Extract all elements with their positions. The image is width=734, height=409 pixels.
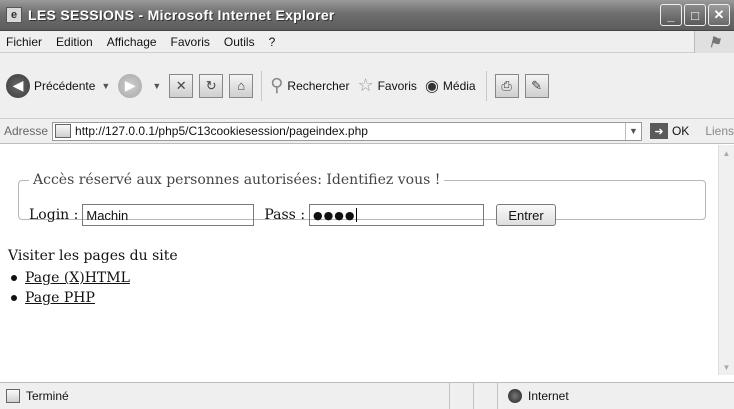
zone-text: Internet (528, 389, 569, 403)
windows-logo-icon: ⚑ (694, 31, 734, 53)
status-bar: Terminé Internet (0, 382, 734, 409)
media-icon: ◉ (424, 77, 439, 95)
login-input[interactable]: Machin (82, 204, 255, 226)
text-caret (356, 208, 358, 222)
toolbar: ◀ Précédente ▼ ▶ ▼ ✕ ↻ ⌂ ⚲ Rechercher ☆ … (0, 53, 734, 119)
link-php[interactable]: Page PHP (25, 290, 95, 306)
menu-bar: Fichier Edition Affichage Favoris Outils… (0, 31, 734, 53)
toolbar-separator (261, 70, 263, 101)
menu-favoris[interactable]: Favoris (171, 35, 210, 49)
window-controls: _ □ ✕ (660, 4, 730, 26)
favorites-label: Favoris (377, 78, 417, 93)
pass-label: Pass : (264, 207, 306, 223)
globe-icon (508, 389, 522, 403)
status-zone: Internet (498, 383, 688, 409)
back-label: Précédente (34, 78, 96, 93)
toolbar-separator (485, 70, 487, 101)
menu-edition[interactable]: Edition (56, 35, 93, 49)
submit-button[interactable]: Entrer (496, 204, 557, 226)
go-label: OK (671, 124, 690, 138)
status-left: Terminé (0, 383, 450, 409)
search-label: Rechercher (287, 78, 350, 93)
visit-text: Visiter les pages du site (8, 248, 178, 264)
close-button[interactable]: ✕ (708, 4, 730, 26)
search-icon: ⚲ (270, 75, 284, 95)
star-icon: ☆ (357, 75, 374, 95)
stop-icon[interactable]: ✕ (169, 73, 194, 98)
page-links-list: Page (X)HTML Page PHP (8, 270, 130, 310)
minimize-button[interactable]: _ (660, 4, 682, 26)
menu-outils[interactable]: Outils (224, 35, 255, 49)
window-title: LES SESSIONS - Microsoft Internet Explor… (28, 7, 335, 23)
media-label: Média (442, 78, 476, 93)
login-form-row: Login : Machin Pass : ●●●● Entrer (29, 204, 557, 226)
scroll-down-icon[interactable]: ▼ (721, 361, 732, 373)
back-button[interactable]: ◀ Précédente ▼ (6, 73, 110, 98)
favorites-button[interactable]: ☆ Favoris (357, 75, 416, 96)
refresh-icon[interactable]: ↻ (199, 73, 224, 98)
address-url: http://127.0.0.1/php5/C13cookiesession/p… (75, 124, 368, 138)
back-dropdown-icon[interactable]: ▼ (101, 81, 110, 91)
back-arrow-icon: ◀ (6, 73, 30, 98)
bullet (11, 275, 17, 281)
login-label: Login : (29, 207, 79, 223)
page-icon (55, 124, 72, 138)
media-button[interactable]: ◉ Média (425, 76, 476, 96)
scroll-up-icon[interactable]: ▲ (721, 147, 732, 159)
print-icon[interactable]: ⎙ (494, 73, 519, 98)
address-bar: Adresse http://127.0.0.1/php5/C13cookies… (0, 119, 734, 144)
address-input[interactable]: http://127.0.0.1/php5/C13cookiesession/p… (52, 121, 642, 141)
search-button[interactable]: ⚲ Rechercher (270, 75, 349, 96)
bullet (11, 295, 17, 301)
page-content: Accès réservé aux personnes autorisées: … (0, 145, 718, 375)
edit-icon[interactable]: ✎ (524, 73, 549, 98)
address-label: Adresse (4, 124, 49, 138)
address-dropdown-icon[interactable]: ▼ (624, 122, 641, 140)
links-label[interactable]: Liens (705, 124, 734, 138)
link-xhtml[interactable]: Page (X)HTML (25, 270, 130, 286)
status-cell (474, 383, 498, 409)
list-item: Page PHP (8, 290, 130, 306)
status-page-icon (6, 389, 20, 403)
menu-affichage[interactable]: Affichage (107, 35, 157, 49)
list-item: Page (X)HTML (8, 270, 130, 286)
home-icon[interactable]: ⌂ (229, 73, 254, 98)
pass-value: ●●●● (313, 208, 356, 222)
go-button[interactable]: ➜ OK (649, 123, 690, 139)
title-bar: e LES SESSIONS - Microsoft Internet Expl… (0, 0, 734, 31)
login-legend: Accès réservé aux personnes autorisées: … (33, 172, 441, 188)
status-cell (450, 383, 474, 409)
menu-fichier[interactable]: Fichier (6, 35, 42, 49)
ie-app-icon: e (6, 7, 22, 23)
menu-help[interactable]: ? (269, 35, 276, 49)
maximize-button[interactable]: □ (684, 4, 706, 26)
go-arrow-icon: ➜ (649, 123, 668, 139)
forward-dropdown-icon[interactable]: ▼ (152, 81, 161, 91)
vertical-scrollbar[interactable]: ▲ ▼ (718, 145, 734, 375)
status-text: Terminé (26, 389, 69, 403)
forward-button[interactable]: ▶ ▼ (118, 73, 161, 98)
pass-input[interactable]: ●●●● (309, 204, 485, 226)
login-fieldset: Accès réservé aux personnes autorisées: … (18, 172, 706, 226)
forward-arrow-icon: ▶ (118, 73, 143, 98)
